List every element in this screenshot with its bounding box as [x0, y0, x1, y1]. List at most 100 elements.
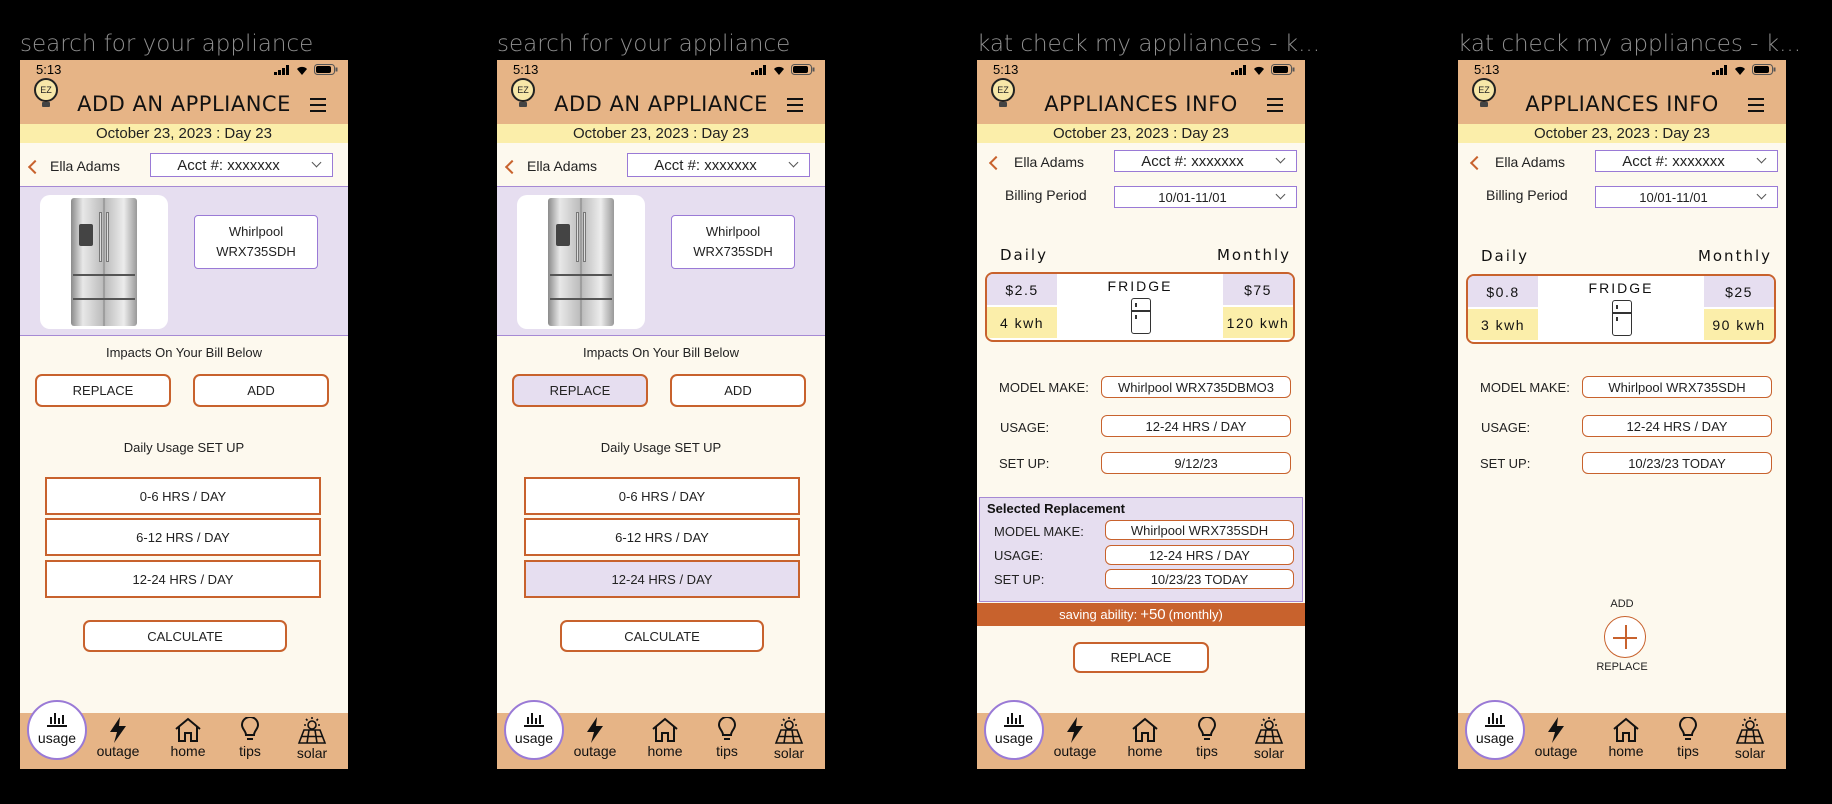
- chevron-down-icon: [1275, 189, 1286, 200]
- replace-button[interactable]: REPLACE: [512, 374, 648, 407]
- replacement-setup-value: 10/23/23 TODAY: [1105, 569, 1294, 589]
- frame-label: kat check my appliances - k...: [1458, 31, 1802, 57]
- usage-option-6-12[interactable]: 6-12 HRS / DAY: [524, 518, 800, 556]
- account-dropdown[interactable]: Acct #: xxxxxxx: [627, 153, 810, 177]
- setup-label: SET UP:: [1480, 456, 1531, 471]
- add-plus-icon[interactable]: [1604, 616, 1646, 658]
- status-time: 5:13: [36, 62, 62, 77]
- nav-tips[interactable]: tips: [1179, 717, 1235, 759]
- setup-label: SET UP:: [999, 456, 1050, 471]
- nav-home[interactable]: home: [160, 717, 216, 759]
- lightbulb-icon: [717, 717, 737, 740]
- ez-logo: EZ: [34, 78, 58, 102]
- saving-prefix: saving ability:: [1059, 607, 1138, 622]
- nav-solar[interactable]: solar: [1241, 717, 1297, 761]
- replace-button[interactable]: REPLACE: [35, 374, 171, 407]
- usage-option-0-6[interactable]: 0-6 HRS / DAY: [45, 477, 321, 515]
- home-icon: [652, 717, 678, 742]
- wifi-icon: [774, 66, 784, 75]
- appliance-photo: [40, 195, 168, 329]
- daily-cost: $0.8: [1468, 276, 1538, 307]
- solar-panel-icon: [1254, 717, 1284, 744]
- billing-period-dropdown[interactable]: 10/01-11/01: [1595, 186, 1778, 208]
- back-chevron-icon[interactable]: [504, 159, 520, 175]
- selected-replacement-panel: Selected Replacement MODEL MAKE: Whirlpo…: [979, 497, 1303, 602]
- nav-outage[interactable]: outage: [1528, 717, 1584, 759]
- billing-period-value: 10/01-11/01: [1158, 189, 1227, 205]
- wifi-icon: [1735, 66, 1745, 75]
- monthly-kwh: 120 kwh: [1223, 307, 1293, 338]
- usage-label: USAGE:: [1481, 420, 1531, 435]
- nav-solar-label: solar: [773, 745, 805, 761]
- calculate-button[interactable]: CALCULATE: [560, 620, 764, 652]
- nav-solar[interactable]: solar: [1722, 717, 1778, 761]
- nav-outage[interactable]: outage: [567, 717, 623, 759]
- replace-caption[interactable]: REPLACE: [1458, 661, 1786, 673]
- menu-icon[interactable]: [1748, 98, 1764, 112]
- add-button[interactable]: ADD: [193, 374, 329, 407]
- monthly-cost: $25: [1704, 276, 1774, 307]
- signal-icon: [274, 64, 289, 75]
- nav-outage-label: outage: [1053, 743, 1097, 759]
- replace-button[interactable]: REPLACE: [1073, 642, 1209, 673]
- header-bar: 5:13 EZ APPLIANCES INFO: [1458, 60, 1786, 124]
- saving-suffix: (monthly): [1168, 607, 1223, 622]
- nav-outage[interactable]: outage: [1047, 717, 1103, 759]
- frame-label: search for your appliance: [20, 31, 314, 57]
- nav-usage[interactable]: usage: [984, 709, 1044, 746]
- bulb-base: [999, 102, 1007, 107]
- header-bar: 5:13 EZ ADD AN APPLIANCE: [20, 60, 348, 124]
- usage-option-12-24[interactable]: 12-24 HRS / DAY: [45, 560, 321, 598]
- back-chevron-icon[interactable]: [27, 159, 43, 175]
- status-icons: [274, 64, 338, 75]
- lightbulb-icon: [1197, 717, 1217, 740]
- signal-icon: [1712, 64, 1727, 75]
- billing-period-dropdown[interactable]: 10/01-11/01: [1114, 186, 1297, 208]
- usage-option-12-24[interactable]: 12-24 HRS / DAY: [524, 560, 800, 598]
- back-chevron-icon[interactable]: [1469, 155, 1485, 171]
- nav-usage[interactable]: usage: [504, 709, 564, 746]
- nav-tips[interactable]: tips: [222, 717, 278, 759]
- nav-usage[interactable]: usage: [27, 709, 87, 746]
- account-dropdown[interactable]: Acct #: xxxxxxx: [150, 153, 333, 177]
- usage-option-6-12[interactable]: 6-12 HRS / DAY: [45, 518, 321, 556]
- menu-icon[interactable]: [1267, 98, 1283, 112]
- menu-icon[interactable]: [310, 98, 326, 112]
- nav-usage[interactable]: usage: [1465, 709, 1525, 746]
- account-dropdown[interactable]: Acct #: xxxxxxx: [1595, 150, 1778, 172]
- account-value: Acct #: xxxxxxx: [654, 156, 757, 174]
- setup-value: 10/23/23 TODAY: [1582, 452, 1772, 474]
- appliance-name: FRIDGE: [1107, 278, 1173, 294]
- daily-kwh: 3 kwh: [1468, 309, 1538, 340]
- daily-label: Daily: [1000, 246, 1048, 264]
- back-chevron-icon[interactable]: [988, 155, 1004, 171]
- nav-home[interactable]: home: [637, 717, 693, 759]
- home-icon: [1132, 717, 1158, 742]
- replacement-usage-label: USAGE:: [994, 548, 1044, 563]
- model-make-value: Whirlpool WRX735DBMO3: [1101, 376, 1291, 398]
- chevron-down-icon: [311, 157, 322, 168]
- nav-tips[interactable]: tips: [1660, 717, 1716, 759]
- nav-solar-label: solar: [1253, 745, 1285, 761]
- frame-label: kat check my appliances - k...: [977, 31, 1321, 57]
- home-icon: [1613, 717, 1639, 742]
- usage-option-0-6[interactable]: 0-6 HRS / DAY: [524, 477, 800, 515]
- wifi-icon: [1254, 66, 1264, 75]
- nav-solar[interactable]: solar: [761, 717, 817, 761]
- calculate-button[interactable]: CALCULATE: [83, 620, 287, 652]
- account-dropdown[interactable]: Acct #: xxxxxxx: [1114, 150, 1297, 172]
- wifi-icon: [297, 66, 307, 75]
- user-name: Ella Adams: [527, 158, 598, 174]
- ez-logo: EZ: [511, 78, 535, 102]
- account-value: Acct #: xxxxxxx: [1622, 152, 1725, 170]
- nav-tips[interactable]: tips: [699, 717, 755, 759]
- monthly-label: Monthly: [1697, 247, 1772, 265]
- nav-home[interactable]: home: [1117, 717, 1173, 759]
- nav-outage[interactable]: outage: [90, 717, 146, 759]
- nav-home[interactable]: home: [1598, 717, 1654, 759]
- menu-icon[interactable]: [787, 98, 803, 112]
- solar-panel-icon: [1735, 717, 1765, 744]
- nav-solar[interactable]: solar: [284, 717, 340, 761]
- nav-tips-label: tips: [1677, 743, 1699, 759]
- add-button[interactable]: ADD: [670, 374, 806, 407]
